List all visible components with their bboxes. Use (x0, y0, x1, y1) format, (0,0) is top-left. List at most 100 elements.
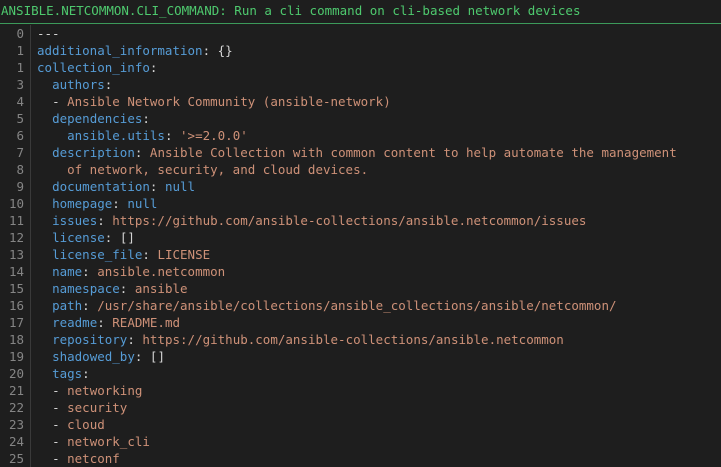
code-line[interactable]: 1 additional_information: {} (0, 42, 721, 59)
code-text: license_file: LICENSE (37, 246, 721, 263)
code-text: - networking (37, 382, 721, 399)
yaml-punctuation: : (142, 247, 158, 262)
line-number: 11 (8, 213, 24, 228)
line-number: 9 (16, 179, 24, 194)
yaml-punctuation: : (149, 60, 158, 75)
code-line[interactable]: 4 - Ansible Network Community (ansible-n… (0, 93, 721, 110)
code-text: homepage: null (37, 195, 721, 212)
yaml-value: Ansible Network Community (ansible-netwo… (67, 94, 391, 109)
code-line[interactable]: 0 --- (0, 25, 721, 42)
gutter-divider (30, 25, 31, 42)
gutter-divider (30, 382, 31, 399)
code-line[interactable]: 25 - netconf (0, 450, 721, 467)
gutter-divider (30, 263, 31, 280)
code-line[interactable]: 22 - security (0, 399, 721, 416)
code-text: issues: https://github.com/ansible-colle… (37, 212, 721, 229)
code-text: shadowed_by: [] (37, 348, 721, 365)
gutter-divider (30, 161, 31, 178)
gutter-divider (30, 246, 31, 263)
code-line[interactable]: 13 license_file: LICENSE (0, 246, 721, 263)
yaml-key: repository (52, 332, 128, 347)
gutter-divider (30, 93, 31, 110)
yaml-value: of network, security, and cloud devices. (67, 162, 369, 177)
yaml-value: netconf (67, 451, 120, 466)
gutter-divider (30, 59, 31, 76)
line-number: 18 (8, 332, 24, 347)
code-line[interactable]: 14 name: ansible.netcommon (0, 263, 721, 280)
code-text: - cloud (37, 416, 721, 433)
yaml-punctuation: : (119, 281, 135, 296)
yaml-punctuation: - (52, 434, 68, 449)
gutter-divider (30, 76, 31, 93)
gutter-divider (30, 42, 31, 59)
yaml-punctuation: : (127, 332, 143, 347)
gutter-divider (30, 314, 31, 331)
code-text: - network_cli (37, 433, 721, 450)
yaml-punctuation: : (82, 366, 90, 381)
code-line[interactable]: 18 repository: https://github.com/ansibl… (0, 331, 721, 348)
code-line[interactable]: 20 tags: (0, 365, 721, 382)
code-line[interactable]: 21 - networking (0, 382, 721, 399)
command-title-bar: ANSIBLE.NETCOMMON.CLI_COMMAND: Run a cli… (0, 0, 721, 24)
code-line[interactable]: 11 issues: https://github.com/ansible-co… (0, 212, 721, 229)
yaml-key: license (52, 230, 105, 245)
code-line[interactable]: 15 namespace: ansible (0, 280, 721, 297)
code-text: ansible.utils: '>=2.0.0' (37, 127, 721, 144)
yaml-key: path (52, 298, 83, 313)
line-number: 24 (8, 434, 24, 449)
yaml-punctuation: : (104, 230, 120, 245)
code-line[interactable]: 3 authors: (0, 76, 721, 93)
code-line[interactable]: 9 documentation: null (0, 178, 721, 195)
line-number: 20 (8, 366, 24, 381)
code-line[interactable]: 23 - cloud (0, 416, 721, 433)
line-number: 19 (8, 349, 24, 364)
code-line[interactable]: 7 description: Ansible Collection with c… (0, 144, 721, 161)
yaml-document-viewer[interactable]: 0 --- 1 additional_information: {} 1 collecti… (0, 25, 721, 467)
yaml-value: [] (119, 230, 135, 245)
yaml-value: /usr/share/ansible/collections/ansible_c… (97, 298, 617, 313)
code-line[interactable]: 8 of network, security, and cloud device… (0, 161, 721, 178)
yaml-punctuation: - (52, 451, 68, 466)
yaml-key: name (52, 264, 83, 279)
yaml-key: ansible.utils (67, 128, 165, 143)
code-text: collection_info: (37, 59, 721, 76)
code-line[interactable]: 5 dependencies: (0, 110, 721, 127)
code-line[interactable]: 12 license: [] (0, 229, 721, 246)
code-text: namespace: ansible (37, 280, 721, 297)
yaml-key: description (52, 145, 135, 160)
code-line[interactable]: 19 shadowed_by: [] (0, 348, 721, 365)
yaml-punctuation: : (82, 298, 98, 313)
yaml-punctuation: : (134, 145, 150, 160)
code-text: readme: README.md (37, 314, 721, 331)
code-line[interactable]: 1 collection_info: (0, 59, 721, 76)
yaml-key: dependencies (52, 111, 143, 126)
gutter-divider (30, 348, 31, 365)
yaml-key: shadowed_by (52, 349, 135, 364)
yaml-value: network_cli (67, 434, 150, 449)
code-line[interactable]: 10 homepage: null (0, 195, 721, 212)
code-line[interactable]: 6 ansible.utils: '>=2.0.0' (0, 127, 721, 144)
line-number: 25 (8, 451, 24, 466)
code-line[interactable]: 24 - network_cli (0, 433, 721, 450)
gutter-divider (30, 331, 31, 348)
code-line[interactable]: 16 path: /usr/share/ansible/collections/… (0, 297, 721, 314)
yaml-punctuation: : (142, 111, 150, 126)
yaml-key: collection_info (37, 60, 150, 75)
yaml-punctuation: : (134, 349, 150, 364)
gutter-divider (30, 127, 31, 144)
code-text: description: Ansible Collection with com… (37, 144, 721, 161)
line-number: 6 (16, 128, 24, 143)
yaml-key: documentation (52, 179, 150, 194)
code-line[interactable]: 17 readme: README.md (0, 314, 721, 331)
yaml-punctuation: : (149, 179, 165, 194)
